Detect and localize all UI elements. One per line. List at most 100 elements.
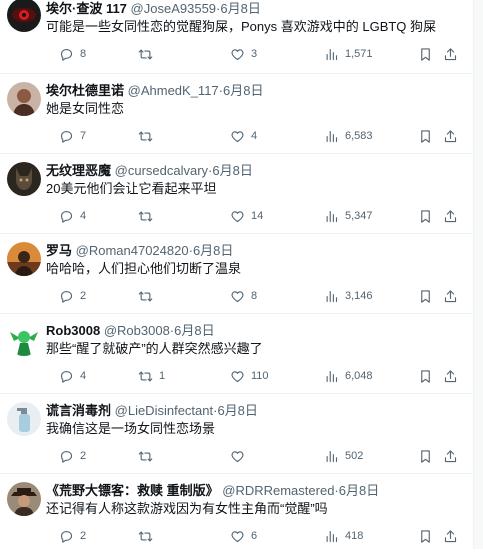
- view-count: 1,571: [345, 48, 373, 60]
- reply-button[interactable]: 2: [59, 447, 86, 465]
- bookmark-button[interactable]: [418, 287, 433, 305]
- avatar[interactable]: [7, 0, 41, 32]
- avatar[interactable]: [7, 402, 41, 436]
- views-button[interactable]: 6,048: [324, 367, 373, 385]
- share-button[interactable]: [443, 367, 458, 385]
- retweet-button[interactable]: [138, 207, 159, 225]
- reply-button[interactable]: 2: [59, 287, 86, 305]
- avatar[interactable]: [7, 242, 41, 276]
- like-button[interactable]: 14: [230, 207, 263, 225]
- reply-icon: [60, 370, 73, 383]
- display-name[interactable]: 埃尔·查波 117: [46, 1, 127, 16]
- display-name[interactable]: Rob3008: [46, 323, 100, 338]
- bookmark-icon: [421, 529, 430, 543]
- retweet-button[interactable]: [138, 447, 159, 465]
- retweet-button[interactable]: [138, 527, 159, 545]
- user-handle[interactable]: @AhmedK_117: [128, 83, 219, 98]
- tweet[interactable]: 埃尔·查波 117 @JoseA93559·6月8日 可能是一些女同性恋的觉醒狗…: [0, 0, 474, 74]
- bookmark-button[interactable]: [418, 127, 433, 145]
- share-button[interactable]: [443, 447, 458, 465]
- like-button[interactable]: 4: [230, 127, 257, 145]
- user-handle[interactable]: @JoseA93559: [131, 1, 216, 16]
- user-handle[interactable]: @RDRRemastered: [222, 483, 334, 498]
- tweet[interactable]: 谎言消毒剂 @LieDisinfectant·6月8日 我确信这是一场女同性恋场…: [0, 394, 474, 474]
- bookmark-button[interactable]: [418, 207, 433, 225]
- user-handle[interactable]: @Rob3008: [104, 323, 170, 338]
- tweet[interactable]: Rob3008 @Rob3008·6月8日 那些“醒了就破产”的人群突然感兴趣了…: [0, 314, 474, 394]
- views-button[interactable]: 6,583: [324, 127, 373, 145]
- analytics-icon: [326, 450, 338, 462]
- avatar[interactable]: [7, 162, 41, 196]
- retweet-button[interactable]: [138, 127, 159, 145]
- retweet-button[interactable]: [138, 45, 159, 63]
- bookmark-button[interactable]: [418, 527, 433, 545]
- display-name[interactable]: 《荒野大镖客：救赎 重制版》: [46, 483, 219, 498]
- user-handle[interactable]: @cursedcalvary: [115, 163, 208, 178]
- share-button[interactable]: [443, 287, 458, 305]
- display-name[interactable]: 谎言消毒剂: [46, 403, 111, 418]
- bookmark-button[interactable]: [418, 45, 433, 63]
- tweet-header: Rob3008 @Rob3008·6月8日: [46, 322, 215, 340]
- like-button[interactable]: 110: [230, 367, 269, 385]
- reply-button[interactable]: 2: [59, 527, 86, 545]
- user-handle[interactable]: @LieDisinfectant: [115, 403, 213, 418]
- like-button[interactable]: 6: [230, 527, 257, 545]
- timestamp[interactable]: 6月8日: [220, 1, 260, 16]
- reply-button[interactable]: 8: [59, 45, 86, 63]
- timestamp[interactable]: 6月8日: [339, 483, 379, 498]
- views-button[interactable]: 5,347: [324, 207, 373, 225]
- like-button[interactable]: 8: [230, 287, 257, 305]
- avatar[interactable]: [7, 482, 41, 516]
- display-name[interactable]: 罗马: [46, 243, 72, 258]
- retweet-icon: [138, 211, 153, 221]
- heart-icon: [231, 48, 244, 60]
- views-button[interactable]: 3,146: [324, 287, 373, 305]
- views-button[interactable]: 502: [324, 447, 363, 465]
- reply-button[interactable]: 4: [59, 207, 86, 225]
- reply-button[interactable]: 7: [59, 127, 86, 145]
- reply-count: 8: [80, 48, 87, 60]
- tweet[interactable]: 埃尔杜德里诺 @AhmedK_117·6月8日 她是女同性恋 7 4 6,583: [0, 74, 474, 154]
- share-icon: [444, 529, 457, 542]
- avatar[interactable]: [7, 322, 41, 356]
- retweet-button[interactable]: 1: [138, 367, 165, 385]
- bookmark-icon: [421, 129, 430, 143]
- bookmark-button[interactable]: [418, 367, 433, 385]
- display-name[interactable]: 无纹理恶魔: [46, 163, 111, 178]
- like-button[interactable]: 3: [230, 45, 257, 63]
- reply-icon: [60, 450, 73, 463]
- views-button[interactable]: 1,571: [324, 45, 373, 63]
- avatar[interactable]: [7, 82, 41, 116]
- tweet-actions: 7 4 6,583: [46, 127, 466, 145]
- reply-button[interactable]: 4: [59, 367, 86, 385]
- share-icon: [444, 369, 457, 382]
- tweet[interactable]: 罗马 @Roman47024820·6月8日 哈哈哈，人们担心他们切断了温泉 2…: [0, 234, 474, 314]
- views-button[interactable]: 418: [324, 527, 363, 545]
- share-button[interactable]: [443, 527, 458, 545]
- share-button[interactable]: [443, 207, 458, 225]
- tweet[interactable]: 无纹理恶魔 @cursedcalvary·6月8日 20美元他们会让它看起来平坦…: [0, 154, 474, 234]
- retweet-icon: [138, 451, 153, 461]
- timestamp[interactable]: 6月8日: [223, 83, 263, 98]
- like-count: 8: [251, 290, 258, 302]
- scrollbar-track[interactable]: [473, 0, 483, 549]
- like-button[interactable]: [230, 447, 251, 465]
- bookmark-button[interactable]: [418, 447, 433, 465]
- timestamp[interactable]: 6月8日: [217, 403, 257, 418]
- timestamp[interactable]: 6月8日: [193, 243, 233, 258]
- reply-count: 2: [80, 530, 87, 542]
- tweet-text: 她是女同性恋: [46, 101, 125, 116]
- share-button[interactable]: [443, 45, 458, 63]
- user-handle[interactable]: @Roman47024820: [76, 243, 189, 258]
- tweet-actions: 4 1 110 6,048: [46, 367, 466, 385]
- display-name[interactable]: 埃尔杜德里诺: [46, 83, 124, 98]
- retweet-button[interactable]: [138, 287, 159, 305]
- timestamp[interactable]: 6月8日: [174, 323, 214, 338]
- view-count: 418: [345, 530, 364, 542]
- like-count: 4: [251, 130, 258, 142]
- share-button[interactable]: [443, 127, 458, 145]
- tweet-actions: 2 6 418: [46, 527, 466, 545]
- tweet[interactable]: 《荒野大镖客：救赎 重制版》 @RDRRemastered·6月8日 还记得有人…: [0, 474, 474, 554]
- tweet-actions: 8 3 1,571: [46, 45, 466, 63]
- timestamp[interactable]: 6月8日: [212, 163, 252, 178]
